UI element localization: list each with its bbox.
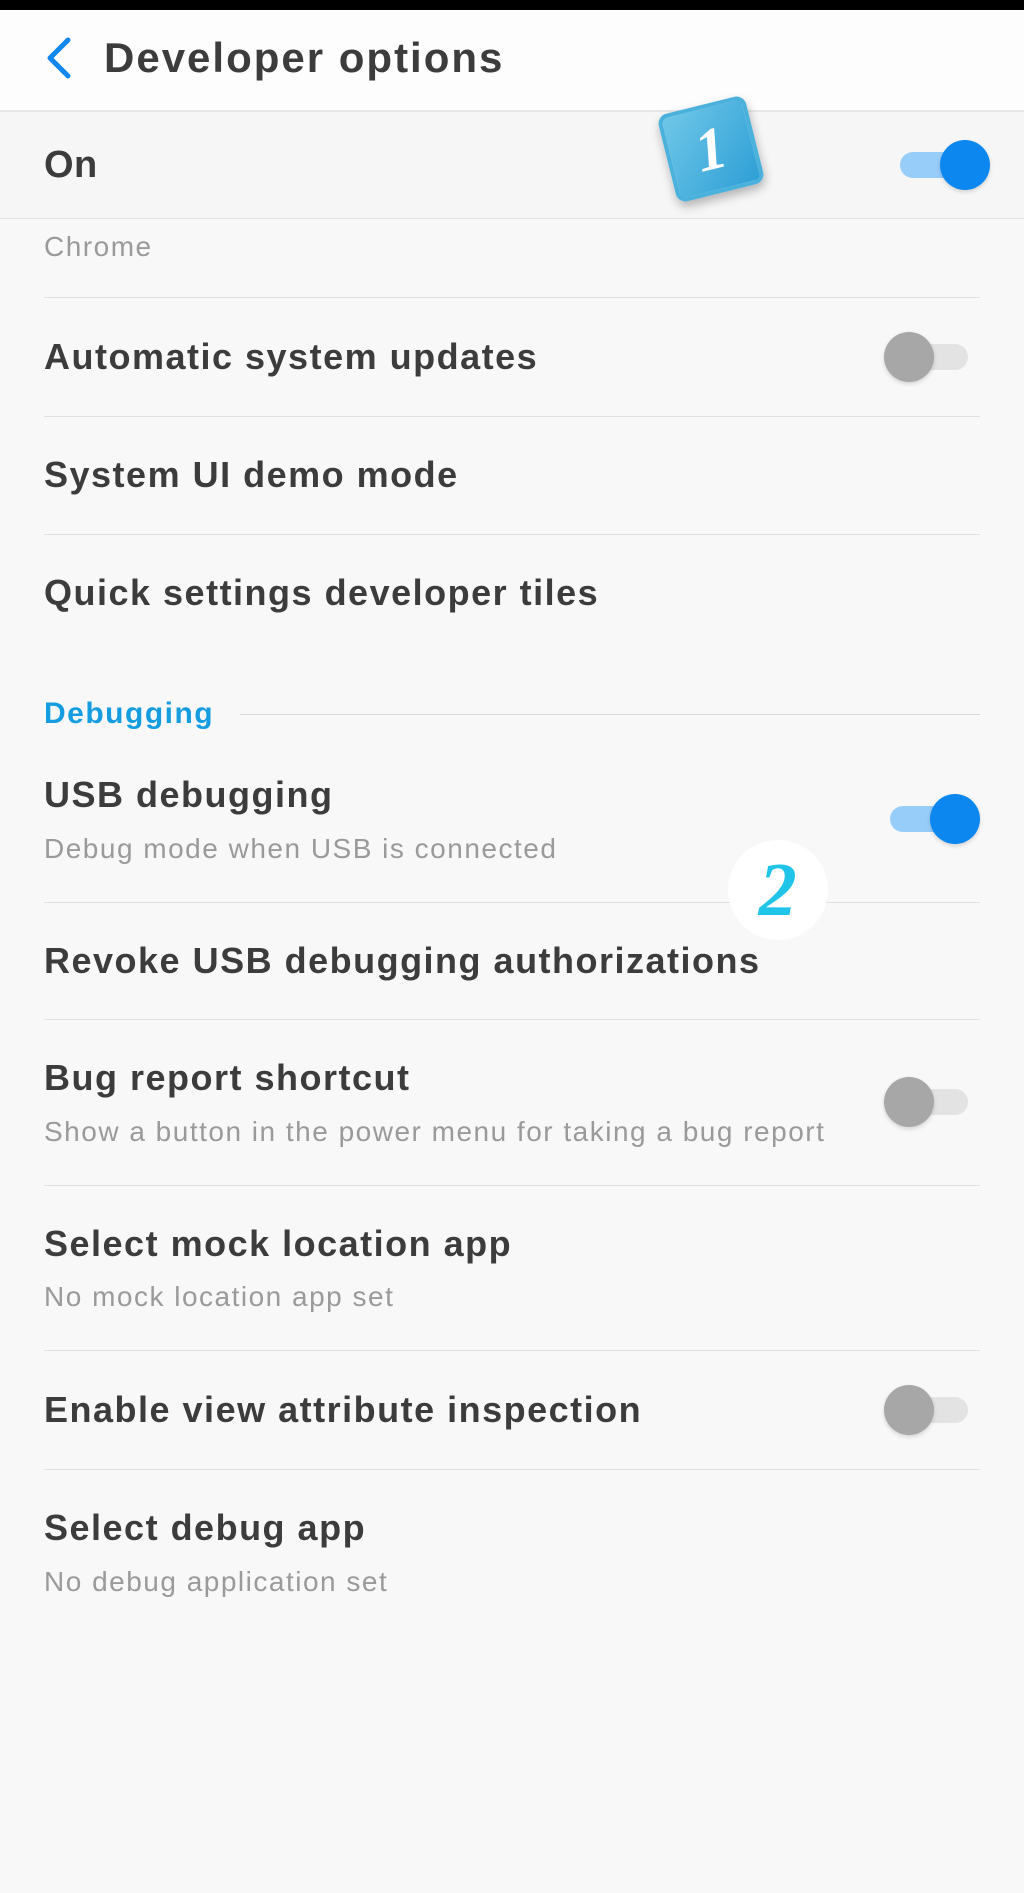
usb-debugging-toggle[interactable]: [884, 794, 980, 844]
row-subtitle: Debug mode when USB is connected: [44, 830, 854, 868]
app-header: Developer options: [0, 10, 1024, 112]
row-title: Revoke USB debugging authorizations: [44, 937, 950, 986]
row-subtitle: No debug application set: [44, 1563, 950, 1601]
select-debug-app-row[interactable]: Select debug app No debug application se…: [44, 1470, 980, 1634]
row-title: Select debug app: [44, 1504, 950, 1553]
view-attr-inspection-toggle[interactable]: [884, 1385, 980, 1435]
row-title: Bug report shortcut: [44, 1054, 854, 1103]
select-mock-location-row[interactable]: Select mock location app No mock locatio…: [44, 1186, 980, 1351]
system-ui-demo-mode-row[interactable]: System UI demo mode: [44, 417, 980, 535]
developer-options-master-toggle-row[interactable]: On: [0, 112, 1024, 219]
webview-impl-subtitle: Chrome: [44, 231, 980, 263]
row-subtitle: No mock location app set: [44, 1278, 950, 1316]
status-bar: [0, 0, 1024, 10]
bug-report-shortcut-toggle[interactable]: [884, 1077, 980, 1127]
row-title: USB debugging: [44, 771, 854, 820]
chevron-left-icon: [44, 36, 72, 80]
view-attr-inspection-row[interactable]: Enable view attribute inspection: [44, 1351, 980, 1470]
row-title: Quick settings developer tiles: [44, 569, 950, 618]
row-title: Automatic system updates: [44, 333, 854, 382]
section-divider: [240, 714, 980, 715]
webview-impl-row-partial[interactable]: Chrome: [44, 219, 980, 298]
automatic-system-updates-row[interactable]: Automatic system updates: [44, 298, 980, 417]
row-title: Select mock location app: [44, 1220, 950, 1269]
usb-debugging-row[interactable]: USB debugging Debug mode when USB is con…: [44, 737, 980, 902]
page-title: Developer options: [104, 34, 504, 82]
bug-report-shortcut-row[interactable]: Bug report shortcut Show a button in the…: [44, 1020, 980, 1185]
row-subtitle: Show a button in the power menu for taki…: [44, 1113, 854, 1151]
row-title: System UI demo mode: [44, 451, 950, 500]
developer-options-toggle[interactable]: [894, 140, 990, 190]
master-toggle-label: On: [44, 144, 98, 187]
section-header-debugging: Debugging: [44, 697, 980, 731]
back-button[interactable]: [34, 34, 82, 82]
annotation-badge-2: 2: [728, 840, 828, 940]
row-title: Enable view attribute inspection: [44, 1386, 854, 1435]
automatic-system-updates-toggle[interactable]: [884, 332, 980, 382]
section-label: Debugging: [44, 697, 214, 731]
revoke-usb-auth-row[interactable]: Revoke USB debugging authorizations: [44, 903, 980, 1021]
quick-settings-dev-tiles-row[interactable]: Quick settings developer tiles: [44, 535, 980, 652]
